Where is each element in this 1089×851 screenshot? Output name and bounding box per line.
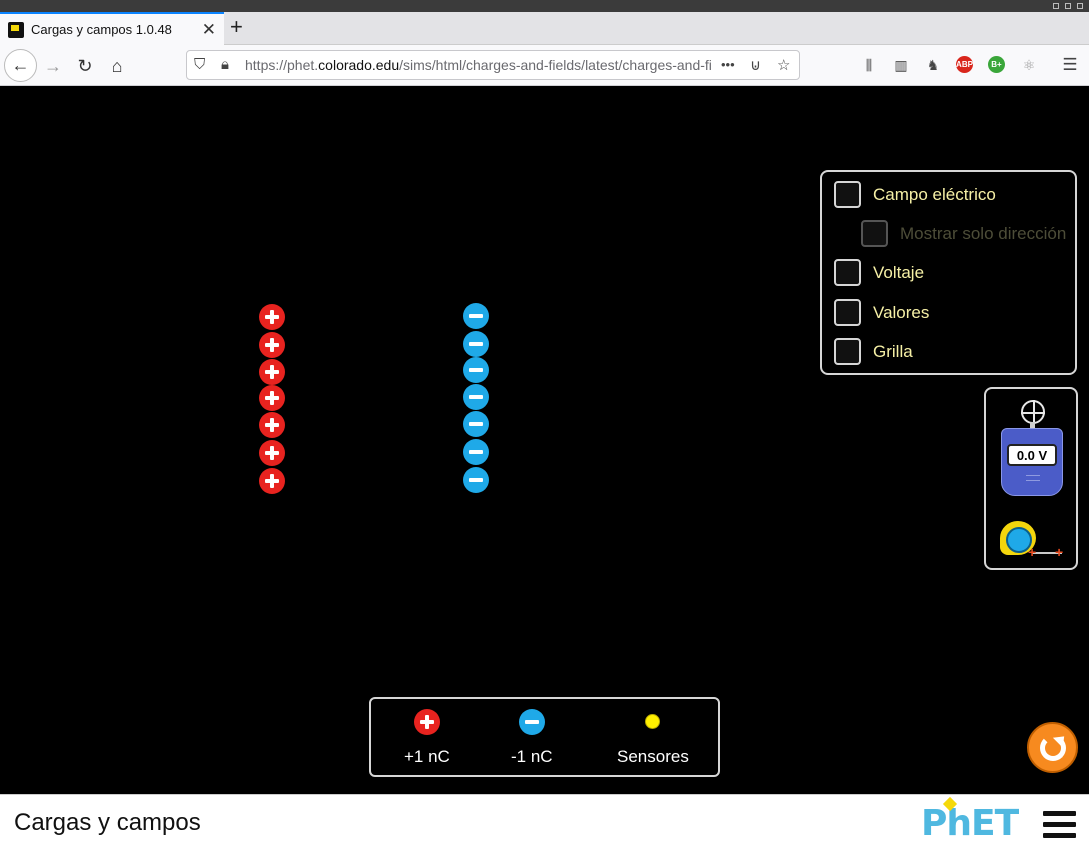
grip-icon	[1026, 475, 1040, 481]
url-text[interactable]: https://phet.colorado.edu/sims/html/char…	[245, 57, 713, 73]
url-path: /sims/html/charges-and-fields/latest/cha…	[399, 57, 712, 73]
grid-label: Grilla	[873, 341, 913, 361]
checkbox-box	[861, 220, 888, 247]
back-button[interactable]: ←	[4, 49, 37, 82]
voltmeter-crosshair-icon[interactable]	[1021, 400, 1045, 424]
negative-charge[interactable]	[463, 384, 489, 410]
menu-icon[interactable]: ☰	[1061, 55, 1079, 74]
positive-charge[interactable]	[259, 468, 285, 494]
tools-panel: 0.0 V + +	[984, 387, 1078, 570]
tape-start-icon: +	[1028, 544, 1037, 560]
phet-navbar: Cargas y campos PhET	[0, 794, 1089, 851]
browser-toolbar: ← → ↻ ⌂ ⛉ 🔒︎ https://phet.colorado.edu/s…	[0, 45, 1089, 86]
simulation-canvas[interactable]: Campo eléctrico Mostrar solo dirección V…	[0, 86, 1089, 794]
sensor-source[interactable]: Sensores	[617, 709, 689, 767]
positive-charge[interactable]	[259, 304, 285, 330]
direction-only-label: Mostrar solo dirección	[900, 223, 1067, 243]
tab-close-button[interactable]: ✕	[202, 20, 216, 40]
extension-bplus-icon[interactable]: B+	[988, 56, 1005, 73]
checkbox-box[interactable]	[834, 299, 861, 326]
adblock-icon[interactable]: ABP	[956, 56, 973, 73]
positive-charge-icon[interactable]	[413, 709, 440, 735]
negative-charge[interactable]	[463, 439, 489, 465]
negative-charge-label: -1 nC	[511, 747, 553, 766]
close-window-icon[interactable]	[1077, 3, 1083, 9]
sensors-label: Sensores	[617, 747, 689, 766]
positive-charge[interactable]	[259, 359, 285, 385]
negative-charge[interactable]	[463, 331, 489, 357]
checkbox-box[interactable]	[834, 259, 861, 286]
lock-icon[interactable]: 🔒︎	[221, 56, 229, 73]
library-icon[interactable]: ⫼	[860, 56, 878, 74]
phet-menu-button[interactable]	[1043, 811, 1076, 839]
home-icon: ⌂	[111, 55, 123, 76]
negative-charge-source[interactable]: -1 nC	[511, 709, 553, 767]
page-actions-button[interactable]: •••	[721, 57, 735, 72]
electric-field-checkbox[interactable]: Campo eléctrico	[834, 181, 996, 208]
bookmark-star-icon[interactable]: ☆	[777, 56, 790, 74]
maximize-icon[interactable]	[1065, 3, 1071, 9]
checkbox-box[interactable]	[834, 181, 861, 208]
negative-charge[interactable]	[463, 303, 489, 329]
home-button[interactable]: ⌂	[102, 51, 132, 81]
arrow-left-icon: ←	[11, 55, 30, 75]
extension-spy-icon[interactable]: ♞	[924, 56, 942, 74]
browser-tab[interactable]: Cargas y campos 1.0.48 ✕	[0, 12, 224, 45]
phet-logo-text: PhET	[921, 803, 1019, 844]
direction-only-checkbox: Mostrar solo dirección	[861, 220, 1066, 247]
new-tab-button[interactable]: +	[230, 14, 243, 40]
charges-toolbox: +1 nC -1 nC Sensores	[369, 697, 720, 777]
forward-button[interactable]: →	[38, 51, 68, 81]
voltage-label: Voltaje	[873, 262, 925, 282]
checkbox-box[interactable]	[834, 338, 861, 365]
negative-charge[interactable]	[463, 467, 489, 493]
window-titlebar	[0, 0, 1089, 12]
pocket-icon[interactable]: ⊍	[750, 56, 761, 74]
positive-charge[interactable]	[259, 385, 285, 411]
electric-field-label: Campo eléctrico	[873, 184, 996, 204]
phet-logo[interactable]: PhET	[921, 796, 1019, 844]
reset-all-button[interactable]	[1027, 722, 1078, 773]
react-devtools-icon[interactable]: ⚛	[1020, 56, 1038, 74]
minimize-icon[interactable]	[1053, 3, 1059, 9]
positive-charge[interactable]	[259, 332, 285, 358]
url-bar[interactable]: ⛉ 🔒︎ https://phet.colorado.edu/sims/html…	[186, 50, 800, 80]
url-prefix: https://phet.	[245, 57, 319, 73]
tab-title: Cargas y campos 1.0.48	[31, 22, 172, 37]
tape-end-icon: +	[1055, 544, 1064, 560]
grid-checkbox[interactable]: Grilla	[834, 338, 913, 365]
voltmeter-tool[interactable]: 0.0 V	[1001, 428, 1063, 496]
reload-button[interactable]: ↻	[70, 51, 100, 81]
voltmeter-readout: 0.0 V	[1007, 444, 1057, 466]
values-checkbox[interactable]: Valores	[834, 299, 929, 326]
negative-charge[interactable]	[463, 411, 489, 437]
tab-strip: Cargas y campos 1.0.48 ✕ +	[0, 12, 1089, 45]
url-domain: colorado.edu	[318, 57, 400, 73]
negative-charge[interactable]	[463, 357, 489, 383]
reload-icon: ↻	[77, 55, 93, 76]
sensor-icon[interactable]	[645, 714, 661, 729]
positive-charge[interactable]	[259, 412, 285, 438]
negative-charge-icon[interactable]	[518, 709, 545, 735]
control-panel: Campo eléctrico Mostrar solo dirección V…	[820, 170, 1077, 375]
shield-icon[interactable]: ⛉	[194, 56, 205, 73]
window-controls[interactable]	[1053, 0, 1083, 12]
arrow-right-icon: →	[44, 55, 62, 76]
positive-charge-label: +1 nC	[404, 747, 450, 766]
sim-title: Cargas y campos	[14, 809, 201, 836]
positive-charge-source[interactable]: +1 nC	[404, 709, 450, 767]
positive-charge[interactable]	[259, 440, 285, 466]
sidebar-icon[interactable]: ▥	[892, 56, 910, 74]
phet-favicon-icon	[8, 21, 24, 38]
reset-icon	[1039, 734, 1066, 761]
values-label: Valores	[873, 302, 930, 322]
voltage-checkbox[interactable]: Voltaje	[834, 259, 924, 286]
